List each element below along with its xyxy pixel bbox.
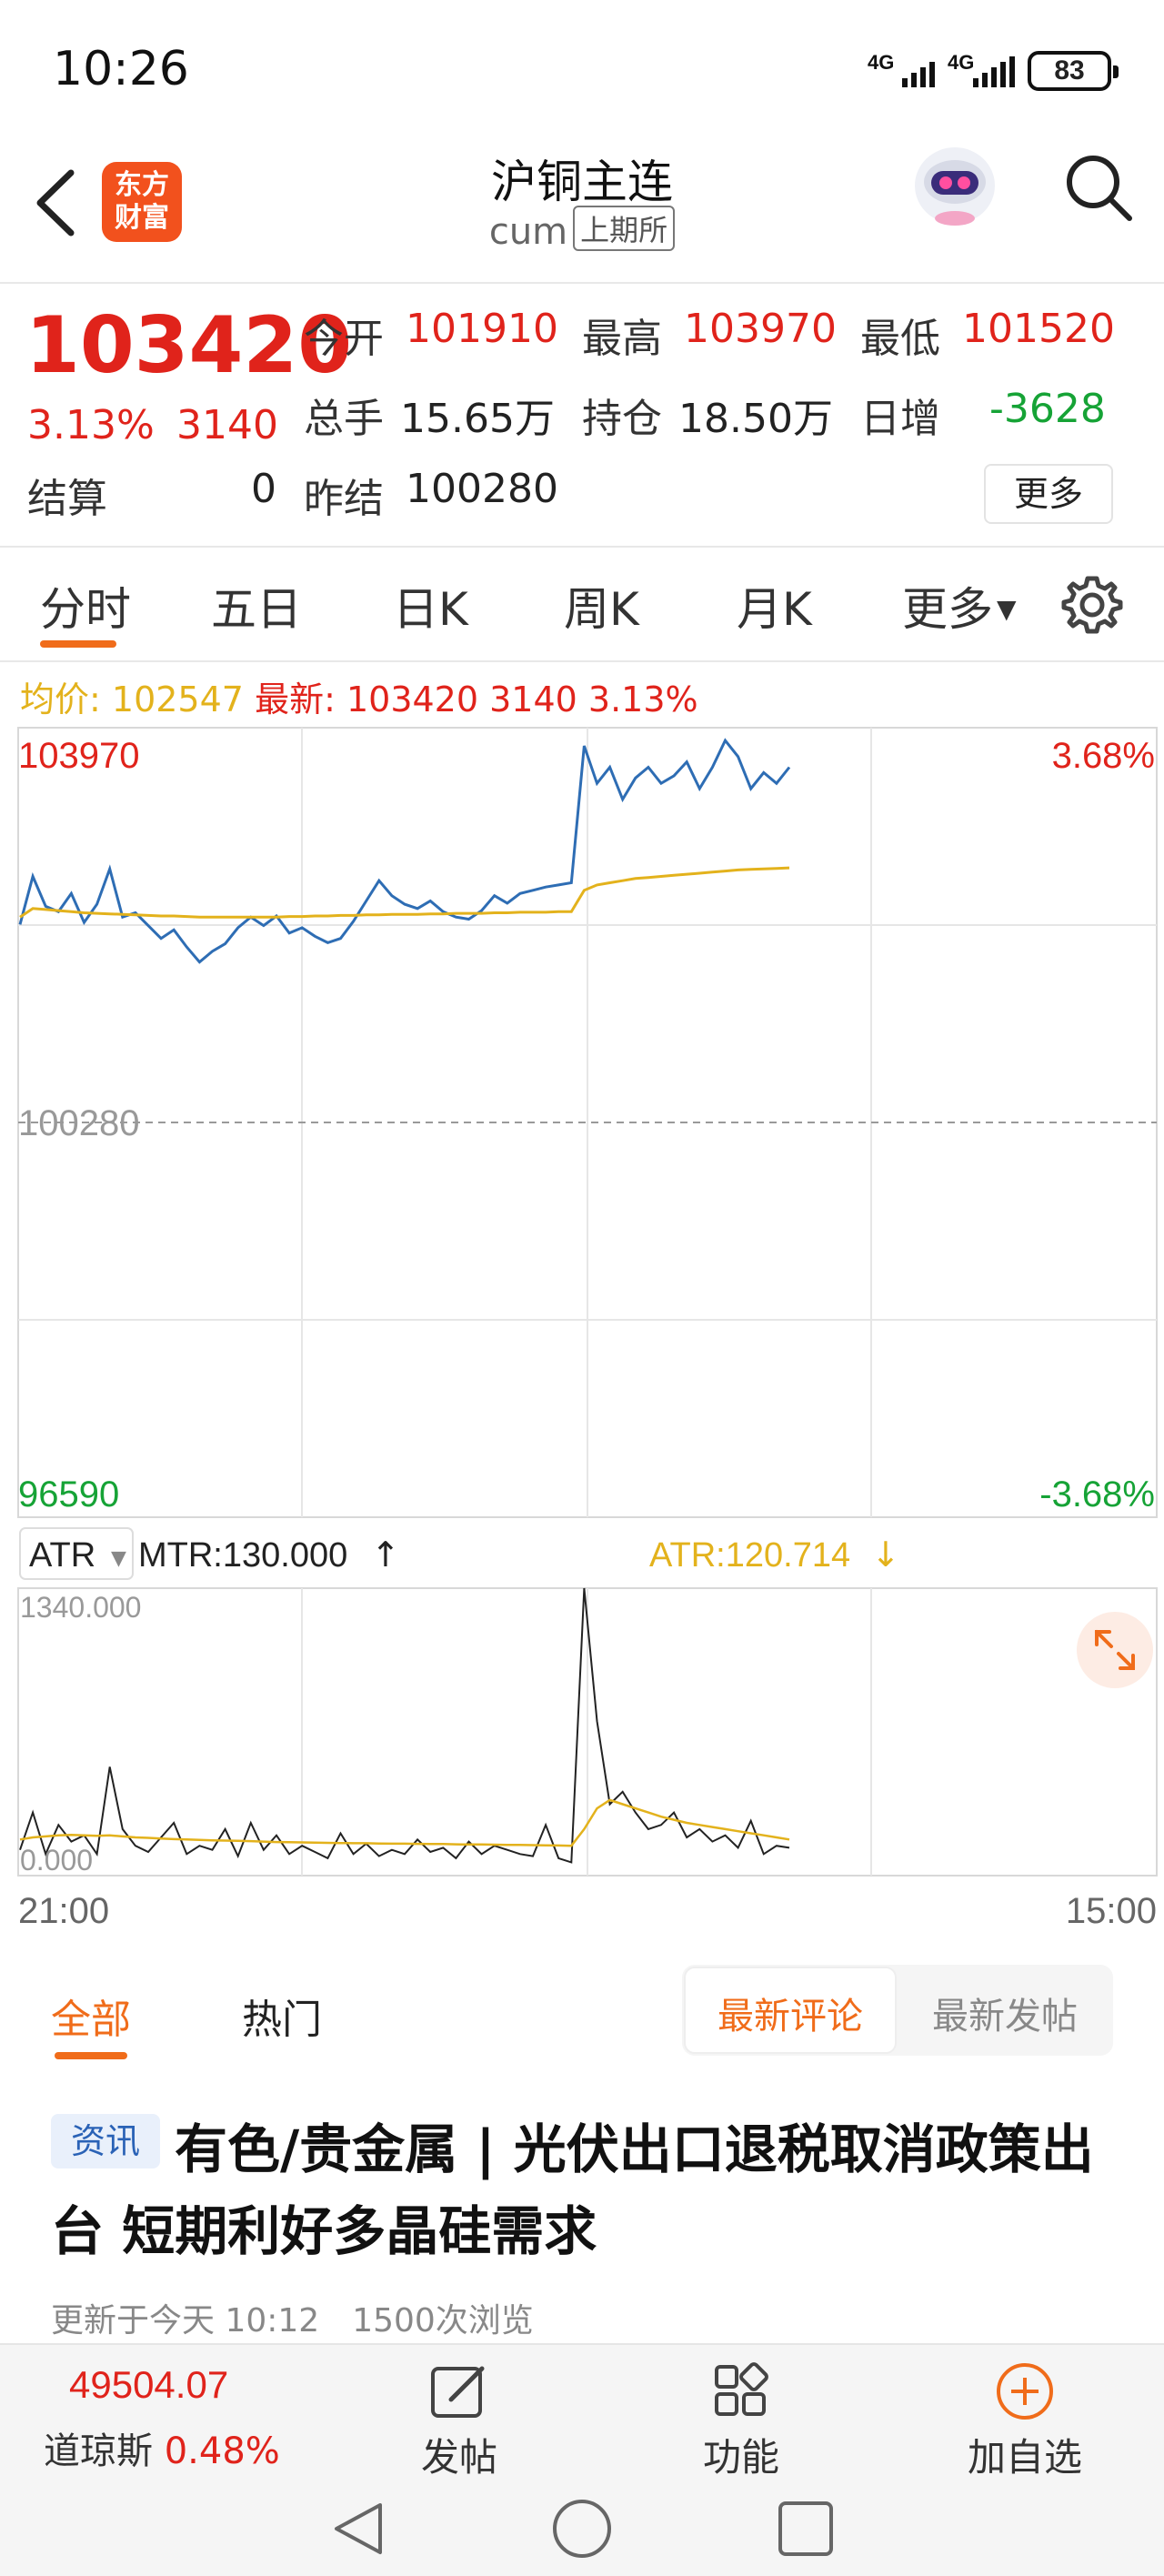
sim2-label: 4G	[948, 51, 975, 74]
post-label: 发帖	[420, 2435, 497, 2480]
sort-latest-comment[interactable]: 最新评论	[684, 1987, 897, 2039]
settle-label: 结算	[27, 476, 107, 522]
ind-y-label-min: 0.000	[20, 1844, 93, 1877]
robot-icon	[915, 147, 995, 226]
tab-daily-k[interactable]: 日K	[393, 573, 468, 639]
plus-circle-icon	[997, 2363, 1053, 2420]
add-watchlist-button[interactable]: 加自选	[957, 2360, 1093, 2482]
index-pct: 0.48%	[164, 2430, 280, 2472]
tab-intraday[interactable]: 分时	[40, 573, 131, 639]
signal-icon-sim1: 4G	[868, 51, 935, 91]
divider	[0, 546, 1164, 548]
sort-latest-post[interactable]: 最新发帖	[898, 1987, 1111, 2039]
volume-value: 15.65万	[400, 396, 555, 442]
news-tag: 资讯	[51, 2114, 160, 2168]
more-button[interactable]: 更多	[984, 464, 1113, 524]
mtr-value: MTR:130.000	[138, 1536, 347, 1575]
atr-value: ATR:120.714	[649, 1536, 850, 1575]
divider	[0, 660, 1164, 662]
nav-recents-icon[interactable]	[778, 2501, 833, 2556]
avg-price-line	[19, 866, 790, 919]
prev-settle-label: 昨结	[304, 476, 384, 522]
signal-icon-sim2: 4G	[948, 51, 1015, 91]
battery-level: 83	[1054, 55, 1085, 86]
y-label-pct-low: -3.68%	[1039, 1474, 1155, 1514]
tab-all[interactable]: 全部	[51, 1987, 131, 2045]
search-icon	[1067, 156, 1132, 221]
x-label-end: 15:00	[1066, 1891, 1157, 1931]
news-meta: 更新于今天 10:12 1500次浏览	[51, 2302, 534, 2340]
gear-icon	[1061, 576, 1123, 634]
contract-code: cum	[488, 211, 568, 253]
battery-icon: 83	[1028, 51, 1119, 91]
add-label: 加自选	[967, 2435, 1082, 2480]
settle-value: 0	[251, 466, 276, 512]
expand-button[interactable]	[1077, 1612, 1153, 1688]
low-value: 101520	[962, 306, 1115, 352]
caret-down-icon: ▼	[997, 594, 1017, 624]
tab-more[interactable]: 更多 ▼	[902, 573, 1017, 639]
status-icons: 4G 4G 83	[868, 49, 1119, 93]
atr-line	[19, 1798, 790, 1847]
y-label-low: 96590	[18, 1474, 119, 1514]
tab-more-label: 更多	[902, 583, 993, 636]
status-time: 10:26	[53, 42, 189, 96]
arrow-up-icon: ↑	[371, 1535, 400, 1575]
tab-five-day[interactable]: 五日	[211, 573, 302, 639]
active-tab-indicator	[40, 640, 116, 648]
y-label-mid: 100280	[18, 1103, 139, 1143]
oi-label: 持仓	[582, 396, 662, 442]
high-label: 最高	[582, 316, 662, 362]
low-label: 最低	[860, 316, 940, 362]
high-value: 103970	[684, 306, 837, 352]
prev-settle-value: 100280	[406, 466, 558, 512]
change-value: 3140	[176, 402, 278, 448]
tab-weekly-k[interactable]: 周K	[564, 573, 639, 639]
system-nav-bar	[0, 2492, 1164, 2565]
system-nav-icons	[335, 2500, 833, 2558]
assistant-robot-button[interactable]	[911, 138, 998, 229]
daily-inc-value: -3628	[989, 386, 1106, 432]
tab-hot[interactable]: 热门	[242, 1987, 322, 2045]
grid-icon	[715, 2362, 768, 2416]
post-button[interactable]: 发帖	[400, 2360, 518, 2482]
nav-home-icon[interactable]	[553, 2500, 611, 2558]
open-value: 101910	[406, 306, 558, 352]
y-label-high: 103970	[18, 736, 139, 776]
tab-monthly-k[interactable]: 月K	[737, 573, 812, 639]
settings-button[interactable]	[1059, 571, 1126, 639]
index-value[interactable]: 49504.07	[69, 2363, 228, 2407]
sim1-label: 4G	[868, 51, 895, 74]
intraday-chart[interactable]: 103970 100280 96590 3.68% -3.68% ATR ▼ M…	[0, 664, 1164, 1937]
change-percent: 3.13%	[27, 402, 155, 448]
index-ticker[interactable]: 道琼斯 0.48%	[44, 2421, 280, 2474]
index-name: 道琼斯	[44, 2430, 153, 2472]
volume-label: 总手	[304, 396, 384, 442]
nav-back-icon[interactable]	[335, 2503, 382, 2554]
indicator-selector-label: ATR	[29, 1536, 95, 1575]
daily-inc-label: 日增	[860, 396, 940, 442]
divider	[0, 282, 1164, 284]
caret-down-icon: ▼	[111, 1547, 126, 1570]
y-label-pct-high: 3.68%	[1052, 736, 1155, 776]
news-title[interactable]: 有色/贵金属 | 光伏出口退税取消政策出台 短期利好多晶硅需求	[51, 2108, 1124, 2272]
active-tab-indicator	[55, 2052, 127, 2059]
function-button[interactable]: 功能	[682, 2360, 800, 2482]
search-button[interactable]	[1060, 149, 1137, 226]
arrow-down-icon: ↓	[871, 1535, 900, 1575]
oi-value: 18.50万	[678, 396, 833, 442]
x-label-start: 21:00	[18, 1891, 109, 1931]
function-label: 功能	[702, 2435, 779, 2480]
open-label: 今开	[304, 316, 384, 362]
exchange-tag: 上期所	[573, 206, 676, 251]
mtr-line	[19, 1587, 790, 1864]
edit-icon	[431, 2366, 485, 2418]
ind-y-label-max: 1340.000	[20, 1591, 141, 1624]
